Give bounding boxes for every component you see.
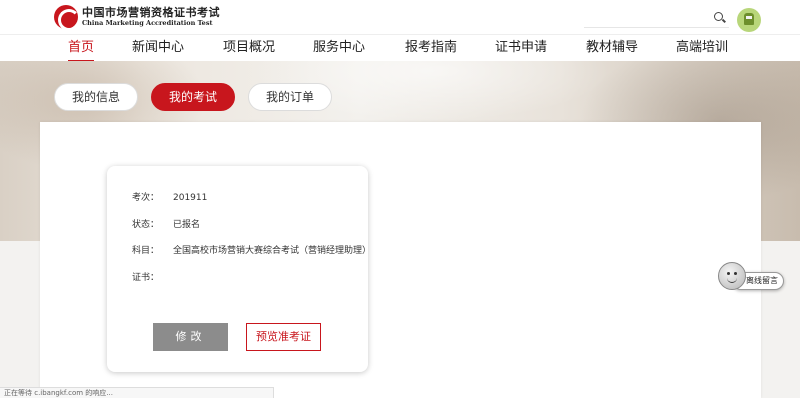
nav-item-materials[interactable]: 教材辅导	[586, 35, 638, 62]
preview-admission-ticket-button[interactable]: 预览准考证	[246, 323, 321, 351]
nav-item-news[interactable]: 新闻中心	[132, 35, 184, 62]
nav-item-guide[interactable]: 报考指南	[405, 35, 457, 62]
tab-my-info[interactable]: 我的信息	[54, 83, 138, 111]
exam-row-certificate: 证书：	[132, 270, 173, 283]
exam-row-session: 考次： 201911	[132, 190, 207, 203]
nav-item-overview[interactable]: 项目概况	[223, 35, 275, 62]
logo-title-cn: 中国市场营销资格证书考试	[82, 5, 220, 19]
field-label: 状态：	[132, 220, 160, 230]
site-logo[interactable]: 中国市场营销资格证书考试 China Marketing Accreditati…	[54, 5, 220, 31]
field-value: 全国高校市场营销大赛综合考试（营销经理助理）	[173, 246, 372, 256]
field-label: 证书：	[132, 273, 160, 283]
main-nav: 首页 新闻中心 项目概况 服务中心 报考指南 证书申请 教材辅导 高端培训	[0, 34, 800, 62]
browser-status-bar: 正在等待 c.ibangkf.com 的响应...	[0, 387, 274, 398]
search-icon[interactable]	[714, 12, 723, 21]
tab-my-orders[interactable]: 我的订单	[248, 83, 332, 111]
offline-message-widget[interactable]: 离线留言	[718, 262, 784, 296]
tab-my-exam[interactable]: 我的考试	[151, 83, 235, 111]
field-label: 科目：	[132, 246, 160, 256]
field-value: 201911	[173, 193, 208, 203]
field-label: 考次：	[132, 193, 160, 203]
field-value: 已报名	[173, 220, 201, 230]
logo-mark-icon	[54, 5, 80, 31]
edit-button[interactable]: 修改	[153, 323, 228, 351]
exam-row-subject: 科目： 全国高校市场营销大赛综合考试（营销经理助理）	[132, 243, 371, 256]
face-icon[interactable]	[718, 262, 746, 290]
exam-row-status: 状态： 已报名	[132, 217, 200, 230]
user-avatar[interactable]	[737, 8, 761, 32]
top-header: 中国市场营销资格证书考试 China Marketing Accreditati…	[0, 0, 800, 34]
nav-item-service[interactable]: 服务中心	[313, 35, 365, 62]
search-box[interactable]	[584, 8, 729, 28]
nav-item-home[interactable]: 首页	[68, 35, 95, 62]
logo-title-en: China Marketing Accreditation Test	[82, 18, 213, 27]
exam-card: 考次： 201911 状态： 已报名 科目： 全国高校市场营销大赛综合考试（营销经理助…	[107, 166, 371, 372]
nav-item-certificate[interactable]: 证书申请	[495, 35, 547, 62]
nav-item-training[interactable]: 高端培训	[676, 35, 728, 62]
